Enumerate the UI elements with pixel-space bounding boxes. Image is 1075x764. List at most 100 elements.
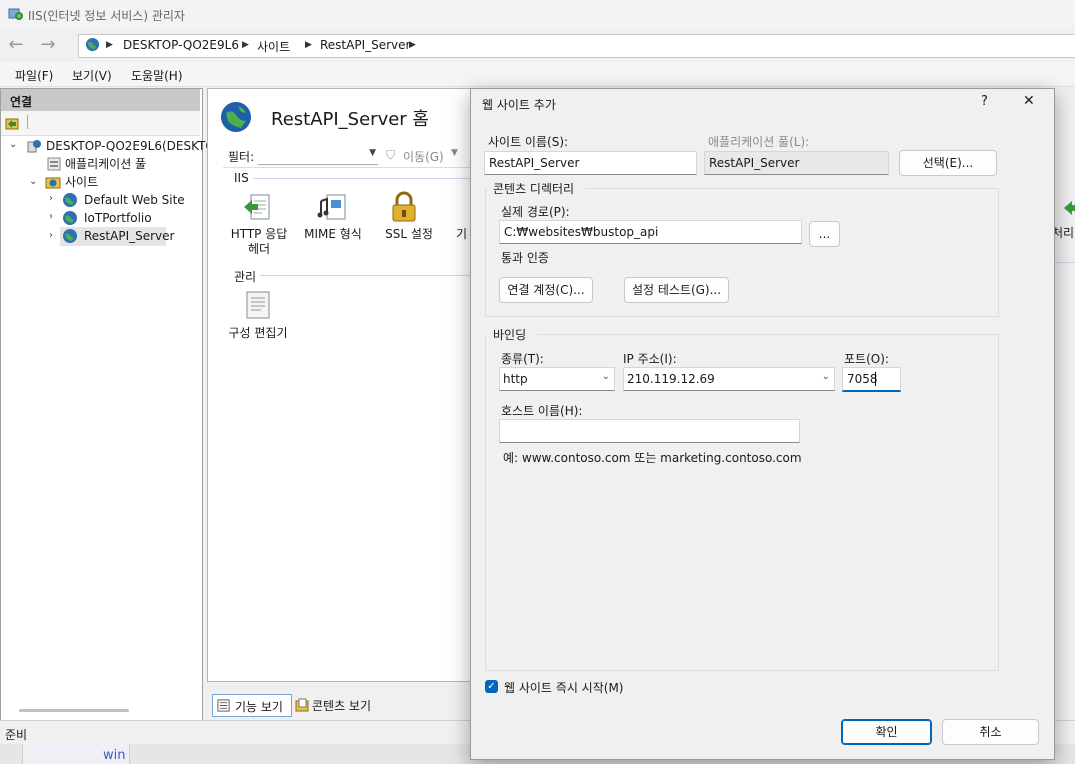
section-divider <box>260 275 473 276</box>
new-connection-icon[interactable] <box>5 116 20 133</box>
menu-view[interactable]: 보기(V) <box>72 67 112 84</box>
section-manage-label: 관리 <box>234 270 257 284</box>
feature-mime-types[interactable]: MIME 형식 <box>300 225 366 242</box>
status-text: 준비 <box>5 728 28 742</box>
cancel-button[interactable]: 취소 <box>942 719 1039 745</box>
site-globe-icon <box>62 228 78 247</box>
port-input[interactable]: 7058 <box>842 367 901 392</box>
menu-help[interactable]: 도움말(H) <box>131 67 183 84</box>
section-divider <box>253 178 473 179</box>
chevron-down-icon: ⌄ <box>821 371 830 382</box>
app-pool-field: RestAPI_Server <box>704 151 889 175</box>
feature-handler-cut[interactable]: 처리 <box>1052 224 1074 241</box>
section-iis-label: IIS <box>234 171 249 185</box>
globe-icon <box>85 37 100 55</box>
feature-http-headers-line2[interactable]: 헤더 <box>228 240 290 257</box>
handler-mappings-icon[interactable] <box>1064 196 1075 223</box>
start-immediately-checkbox[interactable]: ✓ <box>485 680 498 693</box>
menu-bar: 파일(F) 보기(V) 도움말(H) <box>0 62 1075 87</box>
page-title: RestAPI_Server 홈 <box>271 109 429 130</box>
breadcrumb-separator-icon: ▶ <box>305 40 312 50</box>
site-name-input[interactable]: RestAPI_Server <box>484 151 697 175</box>
breadcrumb-separator-icon: ▶ <box>242 40 249 50</box>
close-icon[interactable]: ✕ <box>1023 93 1035 109</box>
filter-dropdown-icon: ▼ <box>369 148 376 158</box>
help-button[interactable]: ? <box>981 94 988 109</box>
feature-ssl-settings[interactable]: SSL 설정 <box>379 225 439 242</box>
tab-content-view[interactable]: 콘텐츠 보기 <box>312 697 371 714</box>
back-button[interactable]: ← <box>5 35 27 57</box>
ip-address-value: 210.119.12.69 <box>627 372 715 386</box>
sites-folder-icon <box>45 174 61 193</box>
tree-site-item-selected[interactable]: RestAPI_Server <box>84 227 174 245</box>
features-view-tab-icon <box>217 699 230 715</box>
window-title: IIS(인터넷 정보 서비스) 관리자 <box>28 9 185 23</box>
host-name-label: 호스트 이름(H): <box>501 404 583 418</box>
breadcrumb-separator-icon: ▶ <box>409 40 416 50</box>
tab-features-view[interactable]: 기능 보기 <box>212 694 292 717</box>
tree-server[interactable]: DESKTOP-QO2E9L6(DESKTO <box>46 137 215 155</box>
background-window: win <box>22 744 130 764</box>
connections-toolbar <box>1 111 200 136</box>
add-website-dialog: 웹 사이트 추가 ? ✕ 사이트 이름(S): RestAPI_Server 애… <box>470 88 1055 760</box>
connections-header: 연결 <box>1 89 200 111</box>
expand-chevron-icon[interactable]: › <box>49 211 53 222</box>
server-icon <box>26 138 42 157</box>
mime-types-icon[interactable] <box>317 191 349 226</box>
ssl-lock-icon[interactable] <box>390 191 418 226</box>
tree-sites[interactable]: 사이트 <box>65 173 98 191</box>
group-border-top <box>537 334 997 335</box>
background-window-text: win <box>103 748 126 763</box>
expand-chevron-icon[interactable]: › <box>49 193 53 204</box>
dialog-title: 웹 사이트 추가 <box>482 98 556 112</box>
forward-button[interactable]: → <box>37 35 59 57</box>
app-pool-label: 애플리케이션 풀(L): <box>708 135 810 149</box>
breadcrumb-site[interactable]: RestAPI_Server <box>320 38 410 52</box>
filter-input[interactable]: ▼ <box>258 146 378 165</box>
ip-address-select[interactable]: 210.119.12.69 ⌄ <box>623 367 835 391</box>
site-globe-icon <box>62 192 78 211</box>
http-response-headers-icon[interactable] <box>242 191 274 226</box>
tree-site-item[interactable]: Default Web Site <box>84 191 185 209</box>
group-border-top <box>585 188 997 189</box>
content-view-icon <box>295 698 309 715</box>
filter-bar: 필터: ▼ ⛉ 이동(G) ▼ <box>223 145 473 168</box>
iis-app-icon <box>8 6 24 25</box>
horizontal-scrollbar[interactable] <box>19 709 129 712</box>
filter-label: 필터: <box>228 150 255 164</box>
connections-header-label: 연결 <box>10 95 33 109</box>
ip-address-label: IP 주소(I): <box>623 352 677 366</box>
browse-button[interactable]: ... <box>809 221 840 247</box>
config-editor-icon[interactable] <box>246 291 270 322</box>
select-app-pool-button[interactable]: 선택(E)... <box>899 150 997 176</box>
connect-as-button[interactable]: 연결 계정(C)... <box>499 277 593 303</box>
breadcrumb-server[interactable]: DESKTOP-QO2E9L6 <box>123 38 239 52</box>
feature-panel: RestAPI_Server 홈 필터: ▼ ⛉ 이동(G) ▼ IIS HTT… <box>207 88 477 720</box>
feature-config-editor[interactable]: 구성 편집기 <box>223 324 293 341</box>
pass-through-auth-label: 통과 인증 <box>501 251 549 265</box>
type-select[interactable]: http ⌄ <box>499 367 615 391</box>
start-immediately-label[interactable]: 웹 사이트 즉시 시작(M) <box>504 679 623 696</box>
app-pool-icon <box>46 156 62 175</box>
toolbar-divider <box>27 115 28 129</box>
app-pool-value: RestAPI_Server <box>709 156 800 170</box>
breadcrumb-sites[interactable]: 사이트 <box>257 38 290 55</box>
test-settings-button[interactable]: 설정 테스트(G)... <box>624 277 729 303</box>
go-dropdown-icon[interactable]: ▼ <box>451 148 458 158</box>
tree-site-item[interactable]: IoTPortfolio <box>84 209 152 227</box>
physical-path-input[interactable]: C:₩websites₩bustop_api <box>499 220 802 244</box>
ok-button[interactable]: 확인 <box>841 719 932 745</box>
host-name-input[interactable] <box>499 419 800 443</box>
go-button[interactable]: 이동(G) <box>403 148 444 165</box>
tree-app-pool[interactable]: 애플리케이션 풀 <box>65 155 146 173</box>
physical-path-value: C:₩websites₩bustop_api <box>504 225 659 239</box>
expand-chevron-icon[interactable]: › <box>49 230 53 241</box>
collapse-chevron-icon[interactable]: ⌄ <box>29 176 37 187</box>
collapse-chevron-icon[interactable]: ⌄ <box>9 139 17 150</box>
address-bar[interactable]: ▶ DESKTOP-QO2E9L6 ▶ 사이트 ▶ RestAPI_Server… <box>78 34 1075 58</box>
host-example-text: 예: www.contoso.com 또는 marketing.contoso.… <box>503 451 802 465</box>
funnel-icon: ⛉ <box>386 148 396 162</box>
type-value: http <box>503 372 528 386</box>
menu-file[interactable]: 파일(F) <box>15 67 53 84</box>
type-label: 종류(T): <box>501 352 544 366</box>
